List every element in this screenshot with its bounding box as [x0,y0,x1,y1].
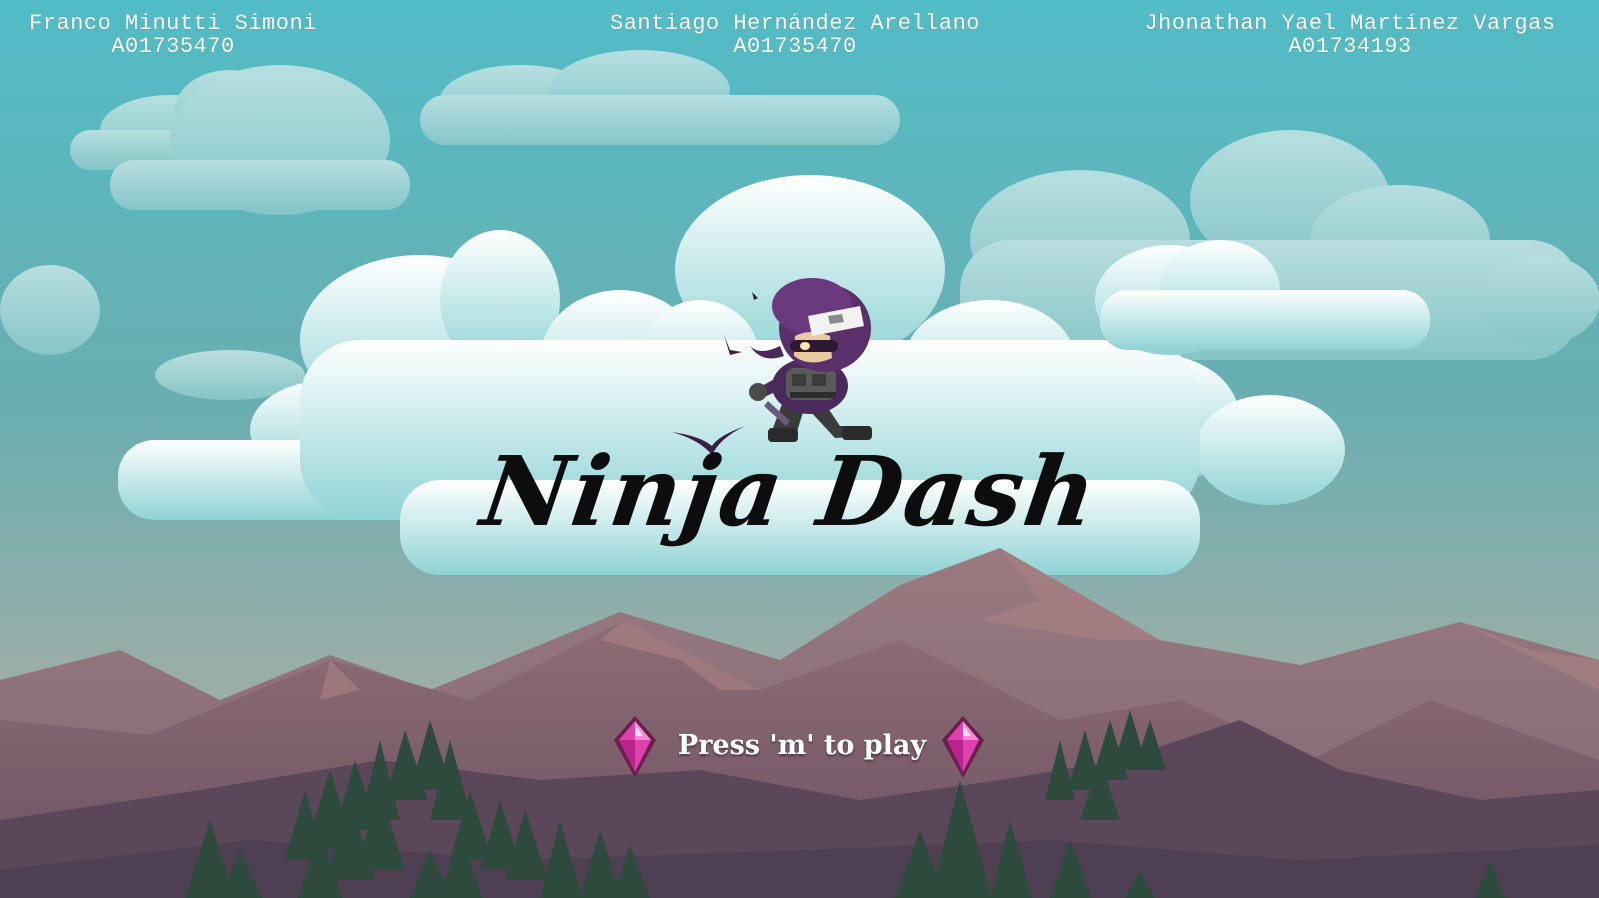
credit-name: Jhonathan Yael Martínez Vargas [1144,11,1556,36]
game-title-text: Ninja Dash [475,435,1105,548]
play-prompt[interactable]: Press 'm' to play [610,714,990,784]
credit-santiago: Santiago Hernández Arellano A01735470 [585,12,1005,58]
credit-name: Santiago Hernández Arellano [610,11,980,36]
credit-franco: Franco Minutti Simoni A01735470 [8,12,338,58]
pink-gem-icon [942,716,984,778]
credit-jhonathan: Jhonathan Yael Martínez Vargas A01734193 [1115,12,1585,58]
credit-id: A01735470 [733,34,857,59]
pink-gem-icon [614,716,656,778]
credit-name: Franco Minutti Simoni [29,11,317,36]
play-prompt-text: Press 'm' to play [677,730,927,761]
credit-id: A01735470 [111,34,235,59]
credit-id: A01734193 [1288,34,1412,59]
game-title: Ninja Dash [470,432,1110,552]
